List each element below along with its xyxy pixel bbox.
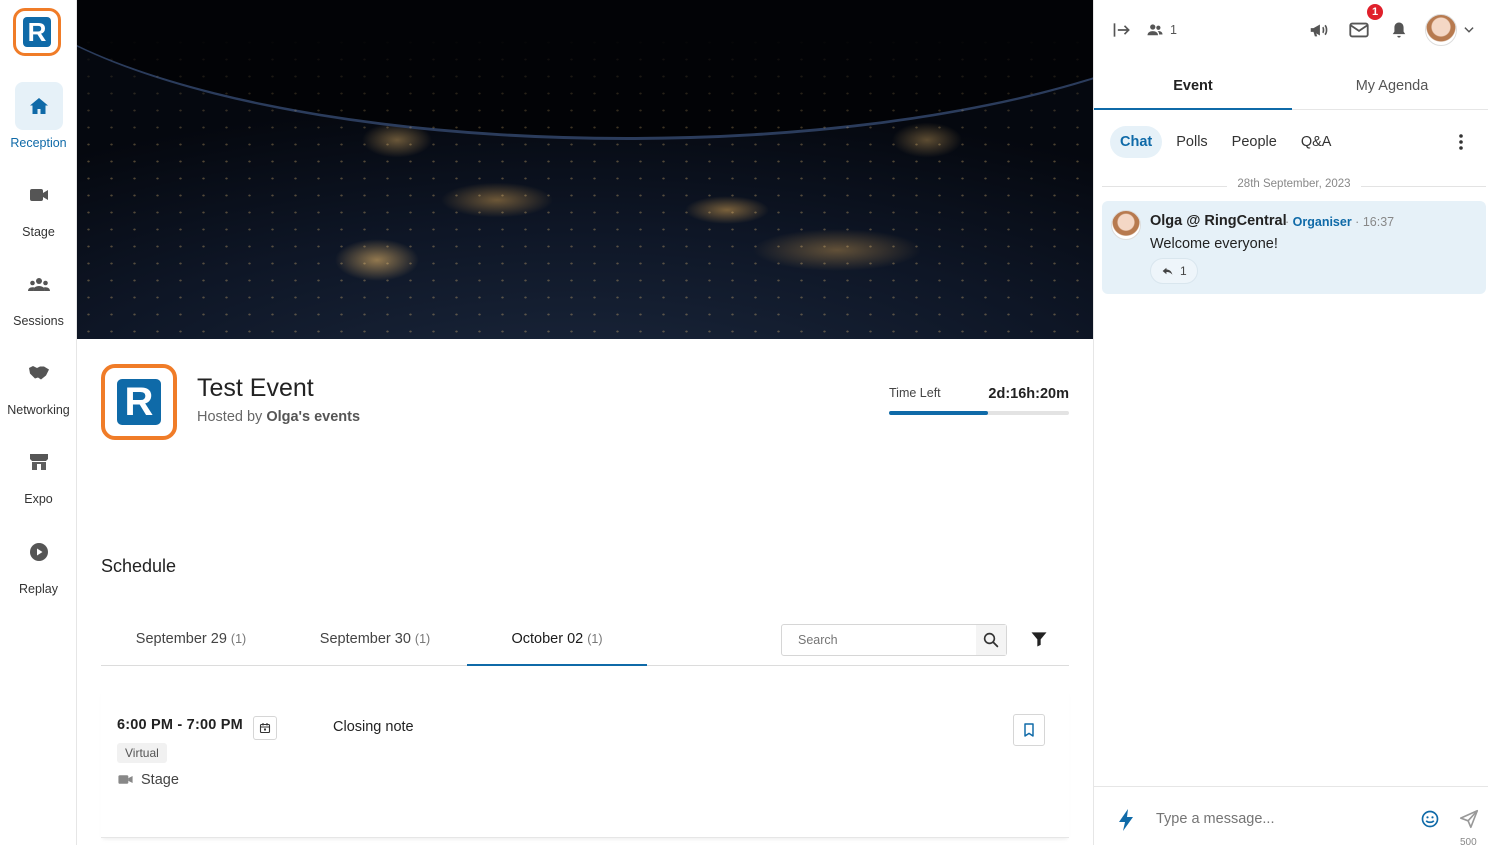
schedule-search-input[interactable] [782,625,972,655]
user-avatar[interactable] [1425,14,1457,46]
calendar-icon [259,723,271,734]
nav-item-replay[interactable]: Replay [0,528,77,596]
left-nav-rail: R Reception Stage Sessions Networking Ex… [0,0,77,845]
home-icon [14,82,63,130]
chat-message[interactable]: Olga @ RingCentral · Organiser · 16:37 W… [1102,201,1486,294]
subtab-people[interactable]: People [1222,126,1287,158]
nav-item-reception[interactable]: Reception [0,82,77,150]
filter-icon[interactable] [1029,629,1049,649]
app-root: R Reception Stage Sessions Networking Ex… [0,0,1488,845]
hosted-by-label: Hosted by [197,409,263,425]
main-content: R Test Event Hosted by Olga's events Tim… [77,0,1093,845]
subtab-chat[interactable]: Chat [1110,126,1163,158]
chevron-down-icon [1464,27,1474,33]
search-button[interactable] [976,625,1006,655]
host-name[interactable]: Olga's events [266,409,360,425]
tab-my-agenda[interactable]: My Agenda [1293,66,1488,110]
inbox-button[interactable] [1348,20,1370,40]
message-author-avatar[interactable] [1111,210,1141,240]
profile-menu-toggle[interactable] [1462,20,1476,40]
session-format-tag: Virtual [117,743,167,763]
attendee-count[interactable]: 1 [1146,20,1177,40]
time-left-progress [889,411,1069,415]
session-title[interactable]: Closing note [333,719,414,735]
bookmark-button[interactable] [1013,714,1045,746]
nav-item-stage[interactable]: Stage [0,171,77,239]
reply-icon [1162,267,1173,275]
tab-september-29[interactable]: September 29 (1) [101,620,281,666]
nav-item-expo[interactable]: Expo [0,438,77,506]
subtab-polls[interactable]: Polls [1166,126,1217,158]
collapse-arrow-icon [1113,23,1130,37]
tab-october-02[interactable]: October 02 (1) [467,620,647,666]
message-meta: · Organiser · 16:37 [1285,215,1395,229]
event-subtabs: Chat Polls People Q&A [1110,126,1341,158]
app-logo[interactable]: R [13,8,61,56]
send-icon[interactable] [1458,808,1480,830]
schedule-search [781,624,1007,656]
session-location: Stage [117,771,179,788]
message-text: Welcome everyone! [1150,236,1278,252]
video-camera-icon [118,775,133,784]
time-left-progress-fill [889,411,988,415]
reply-button[interactable]: 1 [1150,258,1198,284]
people-icon [1147,24,1163,36]
author-role: Organiser [1292,215,1352,229]
mail-badge: 1 [1367,4,1383,20]
session-card[interactable]: 6:00 PM - 7:00 PM Virtual Stage Closing … [101,690,1069,838]
right-topbar: 1 1 [1094,0,1488,60]
collapse-panel-button[interactable] [1112,20,1132,40]
notifications-button[interactable] [1389,20,1409,40]
search-icon [983,632,999,648]
emoji-icon[interactable] [1420,809,1440,829]
event-logo: R [101,364,177,440]
play-circle-icon [15,528,63,576]
event-host: Hosted by Olga's events [197,409,360,425]
time-left-widget: Time Left 2d:16h:20m [889,386,1069,415]
event-banner-image [77,0,1093,339]
right-panel-tabs: Event My Agenda [1094,66,1488,110]
storefront-icon [15,438,63,486]
more-options-icon[interactable] [1454,132,1468,152]
lightning-icon[interactable] [1118,809,1134,831]
tab-september-30[interactable]: September 30 (1) [285,620,465,666]
nav-item-sessions[interactable]: Sessions [0,260,77,328]
video-camera-icon [15,171,63,219]
char-limit: 500 [1460,837,1477,845]
announcements-button[interactable] [1308,20,1330,40]
chat-date-separator: 28th September, 2023 [1102,178,1486,194]
schedule-title: Schedule [101,556,177,576]
right-panel: 1 1 Event My Agenda Chat Polls People Q&… [1093,0,1488,845]
event-title: Test Event [197,374,314,402]
bell-icon [1392,22,1406,38]
message-author[interactable]: Olga @ RingCentral [1150,213,1287,229]
chat-composer: 500 [1094,786,1488,845]
handshake-icon [15,349,63,397]
time-left-value: 2d:16h:20m [988,386,1069,402]
tab-event[interactable]: Event [1094,66,1292,110]
subtab-qa[interactable]: Q&A [1291,126,1342,158]
bookmark-icon [1024,723,1034,737]
mail-icon [1349,22,1369,38]
message-input[interactable] [1156,807,1406,831]
nav-item-networking[interactable]: Networking [0,349,77,417]
session-time: 6:00 PM - 7:00 PM [117,717,243,733]
people-group-icon [15,260,63,308]
message-time: 16:37 [1362,215,1395,229]
megaphone-icon [1310,24,1328,37]
banner-city-lights [77,0,1093,339]
add-to-calendar-button[interactable] [253,716,277,740]
